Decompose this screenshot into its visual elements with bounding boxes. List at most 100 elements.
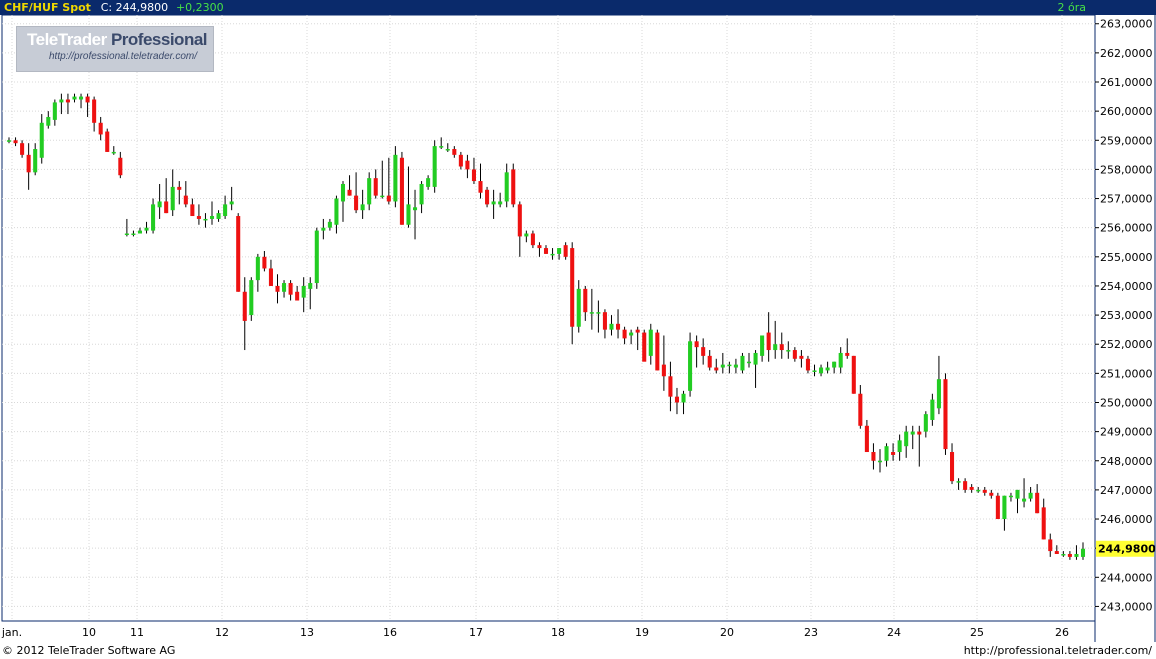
candle-down	[917, 431, 922, 435]
candle-up	[360, 204, 365, 211]
candle-down	[858, 393, 863, 426]
candle-up	[773, 344, 778, 351]
candle-up	[327, 221, 332, 228]
candle-down	[65, 99, 70, 103]
candle-down	[118, 157, 123, 176]
y-tick-label: 253,0000	[1100, 309, 1153, 322]
candle-up	[124, 233, 129, 236]
x-tick-label: 19	[635, 626, 649, 639]
candle-down	[864, 425, 869, 453]
last-price-label: 244,9800	[1098, 543, 1156, 556]
x-tick-label: 25	[970, 626, 984, 639]
candle-up	[203, 218, 208, 221]
candle-down	[851, 355, 856, 394]
candle-up	[1028, 492, 1033, 499]
candle-down	[766, 332, 771, 351]
candle-up	[380, 195, 385, 198]
change-value: +0,2300	[175, 1, 224, 14]
candle-up	[255, 256, 260, 281]
y-tick-label: 259,0000	[1100, 134, 1153, 147]
candle-down	[275, 285, 280, 292]
candle-down	[478, 181, 483, 193]
candle-up	[223, 204, 228, 217]
candle-down	[399, 157, 404, 225]
candle-up	[576, 288, 581, 327]
y-tick-label: 249,0000	[1100, 426, 1153, 439]
x-tick-label: 12	[215, 626, 229, 639]
candle-up	[589, 312, 594, 314]
candle-down	[177, 186, 182, 190]
y-tick-label: 255,0000	[1100, 251, 1153, 264]
candle-up	[746, 361, 752, 364]
y-tick-label: 260,0000	[1100, 105, 1153, 118]
y-tick-label: 261,0000	[1100, 76, 1153, 89]
candle-down	[373, 178, 378, 196]
candle-up	[648, 329, 653, 356]
candle-down	[1041, 507, 1046, 540]
interval-label[interactable]: 2 óra	[1058, 0, 1087, 15]
footer-url-link[interactable]: http://professional.teletrader.com/	[964, 642, 1152, 659]
candle-down	[891, 452, 896, 455]
y-tick-label: 244,0000	[1100, 571, 1153, 584]
candle-down	[1048, 539, 1053, 552]
candle-up	[46, 116, 51, 126]
candle-down	[616, 323, 621, 330]
candle-up	[1061, 553, 1066, 556]
y-tick-label: 246,0000	[1100, 513, 1153, 526]
candle-up	[249, 280, 254, 316]
candle-down	[236, 216, 241, 292]
candle-up	[1015, 489, 1020, 499]
candle-down	[458, 154, 463, 167]
candle-up	[33, 149, 38, 173]
candle-down	[674, 396, 680, 403]
candle-down	[92, 99, 97, 123]
candle-up	[445, 149, 450, 151]
candle-down	[543, 248, 549, 254]
candle-up	[282, 283, 287, 292]
candle-up	[904, 431, 909, 447]
candle-down	[85, 96, 90, 103]
candle-up	[557, 248, 562, 254]
instrument-symbol[interactable]: CHF/HUF Spot	[4, 1, 91, 14]
candle-down	[1067, 553, 1072, 557]
candle-down	[268, 268, 273, 286]
candle-down	[995, 495, 1000, 520]
candle-down	[183, 195, 188, 205]
candle-up	[1022, 498, 1027, 502]
candle-down	[20, 143, 25, 155]
candle-up	[733, 364, 738, 368]
candle-down	[465, 160, 470, 170]
candle-up	[910, 431, 915, 435]
x-tick-label: 10	[82, 626, 96, 639]
candle-down	[485, 189, 490, 205]
candle-down	[694, 341, 699, 348]
candle-up	[1080, 548, 1086, 557]
candle-up	[412, 207, 418, 211]
candle-up	[39, 122, 44, 158]
candle-up	[832, 361, 837, 368]
candle-down	[655, 332, 660, 371]
candle-up	[524, 233, 529, 237]
candle-up	[936, 379, 941, 409]
candle-up	[216, 213, 221, 219]
candle-down	[13, 140, 18, 144]
candle-up	[688, 341, 693, 391]
teletrader-logo: TeleTrader Professional http://professio…	[16, 26, 214, 72]
candle-down	[386, 195, 391, 202]
candle-down	[262, 256, 267, 269]
candle-up	[825, 367, 830, 371]
candle-up	[367, 178, 372, 205]
candle-up	[877, 460, 883, 463]
candle-down	[347, 189, 352, 196]
candle-down	[622, 329, 627, 339]
candle-up	[432, 146, 437, 187]
candle-up	[137, 230, 143, 234]
candlestick-chart[interactable]: jan. 10 11 12 13 16 17 18 19 20 23 24 25 26 263,0000 26…	[0, 15, 1156, 642]
candle-down	[963, 481, 968, 490]
y-tick-label: 257,0000	[1100, 193, 1153, 206]
candle-down	[537, 245, 542, 249]
candle-down	[196, 216, 201, 219]
candle-down	[530, 233, 535, 246]
x-tick-label: 16	[383, 626, 397, 639]
candle-up	[52, 102, 57, 120]
